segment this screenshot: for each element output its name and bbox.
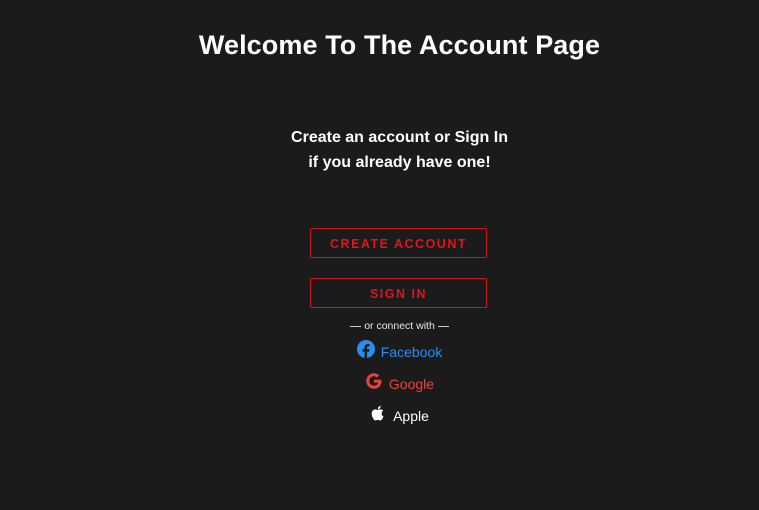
facebook-label: Facebook xyxy=(380,344,443,360)
google-login-link[interactable]: Google xyxy=(0,373,759,395)
divider-text: or connect with xyxy=(364,320,435,332)
google-label: Google xyxy=(388,376,435,392)
apple-label: Apple xyxy=(393,408,429,424)
apple-login-link[interactable]: Apple xyxy=(0,405,759,427)
connect-divider: or connect with xyxy=(0,320,759,332)
subtitle-line-1: Create an account or Sign In xyxy=(291,129,508,146)
account-page: Welcome To The Account Page Create an ac… xyxy=(0,0,759,510)
facebook-login-link[interactable]: Facebook xyxy=(0,340,759,364)
apple-icon xyxy=(370,404,387,428)
divider-line-left xyxy=(350,325,362,327)
page-title: Welcome To The Account Page xyxy=(198,30,601,60)
google-icon xyxy=(365,372,383,396)
divider-line-right xyxy=(437,325,449,327)
page-subtitle: Create an account or Sign In if you alre… xyxy=(0,125,759,175)
facebook-icon xyxy=(356,340,375,364)
sign-in-button[interactable]: SIGN IN xyxy=(310,278,487,308)
subtitle-line-2: if you already have one! xyxy=(308,154,491,171)
create-account-button[interactable]: CREATE ACCOUNT xyxy=(310,228,487,258)
